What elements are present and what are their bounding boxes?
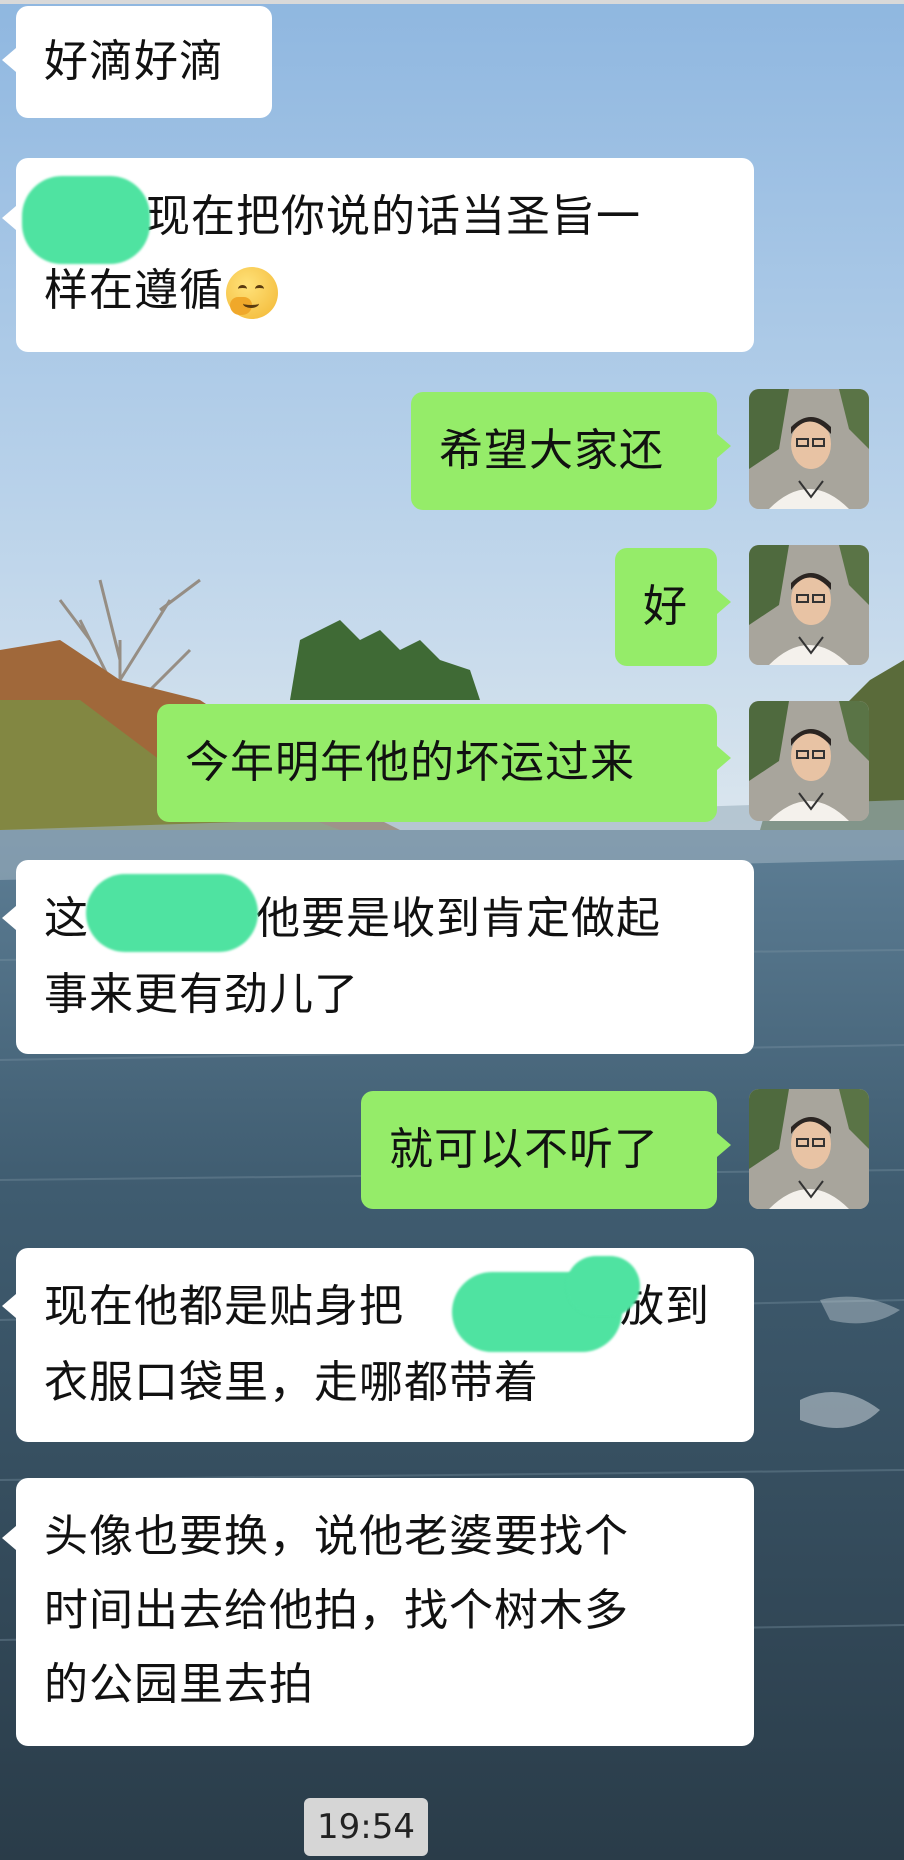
- bubble-tail: [2, 1526, 16, 1550]
- message-text: 时间出去给他拍，找个树木多: [44, 1585, 629, 1636]
- message-text: 希望大家还: [439, 425, 664, 476]
- bubble-tail: [2, 906, 16, 930]
- thinking-face-emoji: [226, 267, 278, 319]
- user-avatar[interactable]: [749, 545, 869, 665]
- chat-message-list[interactable]: 好滴好滴 现在把你说的话当圣旨一 样在遵循 希望大家还 好 今年明年他的坏运过来…: [0, 0, 904, 1860]
- bubble-tail: [717, 434, 731, 458]
- message-bubble[interactable]: 就可以不听了: [361, 1091, 717, 1209]
- message-bubble[interactable]: 好: [615, 548, 717, 666]
- bubble-tail: [717, 746, 731, 770]
- message-text: 好滴好滴: [44, 36, 224, 87]
- message-text: 样在遵循: [44, 265, 224, 316]
- message-text: 事来更有劲儿了: [44, 969, 359, 1020]
- redaction-mark: [566, 1256, 640, 1316]
- message-text: 现在把你说的话当圣旨一: [146, 191, 641, 242]
- bubble-tail: [717, 590, 731, 614]
- bubble-tail: [2, 48, 16, 72]
- message-text: 这: [44, 893, 89, 944]
- bubble-tail: [2, 1294, 16, 1318]
- message-text: 现在他都是贴身把: [44, 1281, 404, 1332]
- message-text: 好: [643, 581, 688, 632]
- message-text: 头像也要换，说他老婆要找个: [44, 1511, 629, 1562]
- bubble-tail: [717, 1133, 731, 1157]
- message-text: 衣服口袋里，走哪都带着: [44, 1357, 539, 1408]
- redaction-mark: [22, 176, 150, 264]
- bubble-tail: [2, 206, 16, 230]
- user-avatar[interactable]: [749, 701, 869, 821]
- message-text: 今年明年他的坏运过来: [185, 737, 635, 788]
- message-bubble[interactable]: 今年明年他的坏运过来: [157, 704, 717, 822]
- message-bubble[interactable]: 希望大家还: [411, 392, 717, 510]
- message-text: 他要是收到肯定做起: [256, 893, 661, 944]
- message-text: 的公园里去拍: [44, 1659, 314, 1710]
- user-avatar[interactable]: [749, 389, 869, 509]
- timestamp-badge: 19:54: [304, 1798, 428, 1856]
- message-bubble[interactable]: 头像也要换，说他老婆要找个 时间出去给他拍，找个树木多 的公园里去拍: [16, 1478, 754, 1746]
- redaction-mark: [86, 874, 258, 952]
- message-text: 就可以不听了: [389, 1124, 659, 1175]
- message-bubble[interactable]: 好滴好滴: [16, 6, 272, 118]
- user-avatar[interactable]: [749, 1089, 869, 1209]
